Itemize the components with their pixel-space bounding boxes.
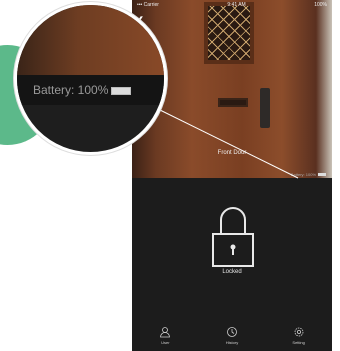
battery-label: Battery: 100%	[290, 172, 316, 177]
door-handle	[260, 88, 270, 128]
door-window	[204, 2, 254, 64]
gear-icon	[294, 327, 304, 337]
clock-label: 9:41 AM	[227, 2, 246, 8]
device-name: Front Door	[217, 150, 247, 156]
door-mail-slot	[218, 98, 248, 107]
magnified-battery-label: Battery: 100%	[33, 83, 109, 97]
battery-magnifier: Battery: 100%	[14, 2, 167, 155]
control-panel: Locked User History Setting	[132, 178, 332, 351]
history-icon	[227, 327, 237, 337]
tab-history[interactable]: History	[212, 326, 252, 345]
tab-setting-label: Setting	[292, 340, 305, 345]
battery-indicator: Battery: 100%	[291, 172, 326, 177]
lock-state-label: Locked	[222, 269, 242, 275]
tab-user-label: User	[161, 340, 170, 345]
padlock-icon[interactable]	[204, 200, 262, 278]
screenshot: one ning ••• Carrier 9:41 AM 100% ❮ Fron…	[0, 0, 340, 351]
magnified-battery: Battery: 100%	[33, 83, 132, 97]
magnified-door	[17, 5, 164, 75]
status-battery-label: 100%	[314, 2, 327, 8]
battery-icon	[318, 173, 326, 177]
tab-setting[interactable]: Setting	[279, 326, 319, 345]
tab-bar: User History Setting	[132, 320, 332, 351]
user-icon	[160, 327, 171, 338]
tab-history-label: History	[225, 340, 239, 345]
magnified-battery-icon	[111, 86, 132, 95]
tab-user[interactable]: User	[145, 326, 185, 345]
